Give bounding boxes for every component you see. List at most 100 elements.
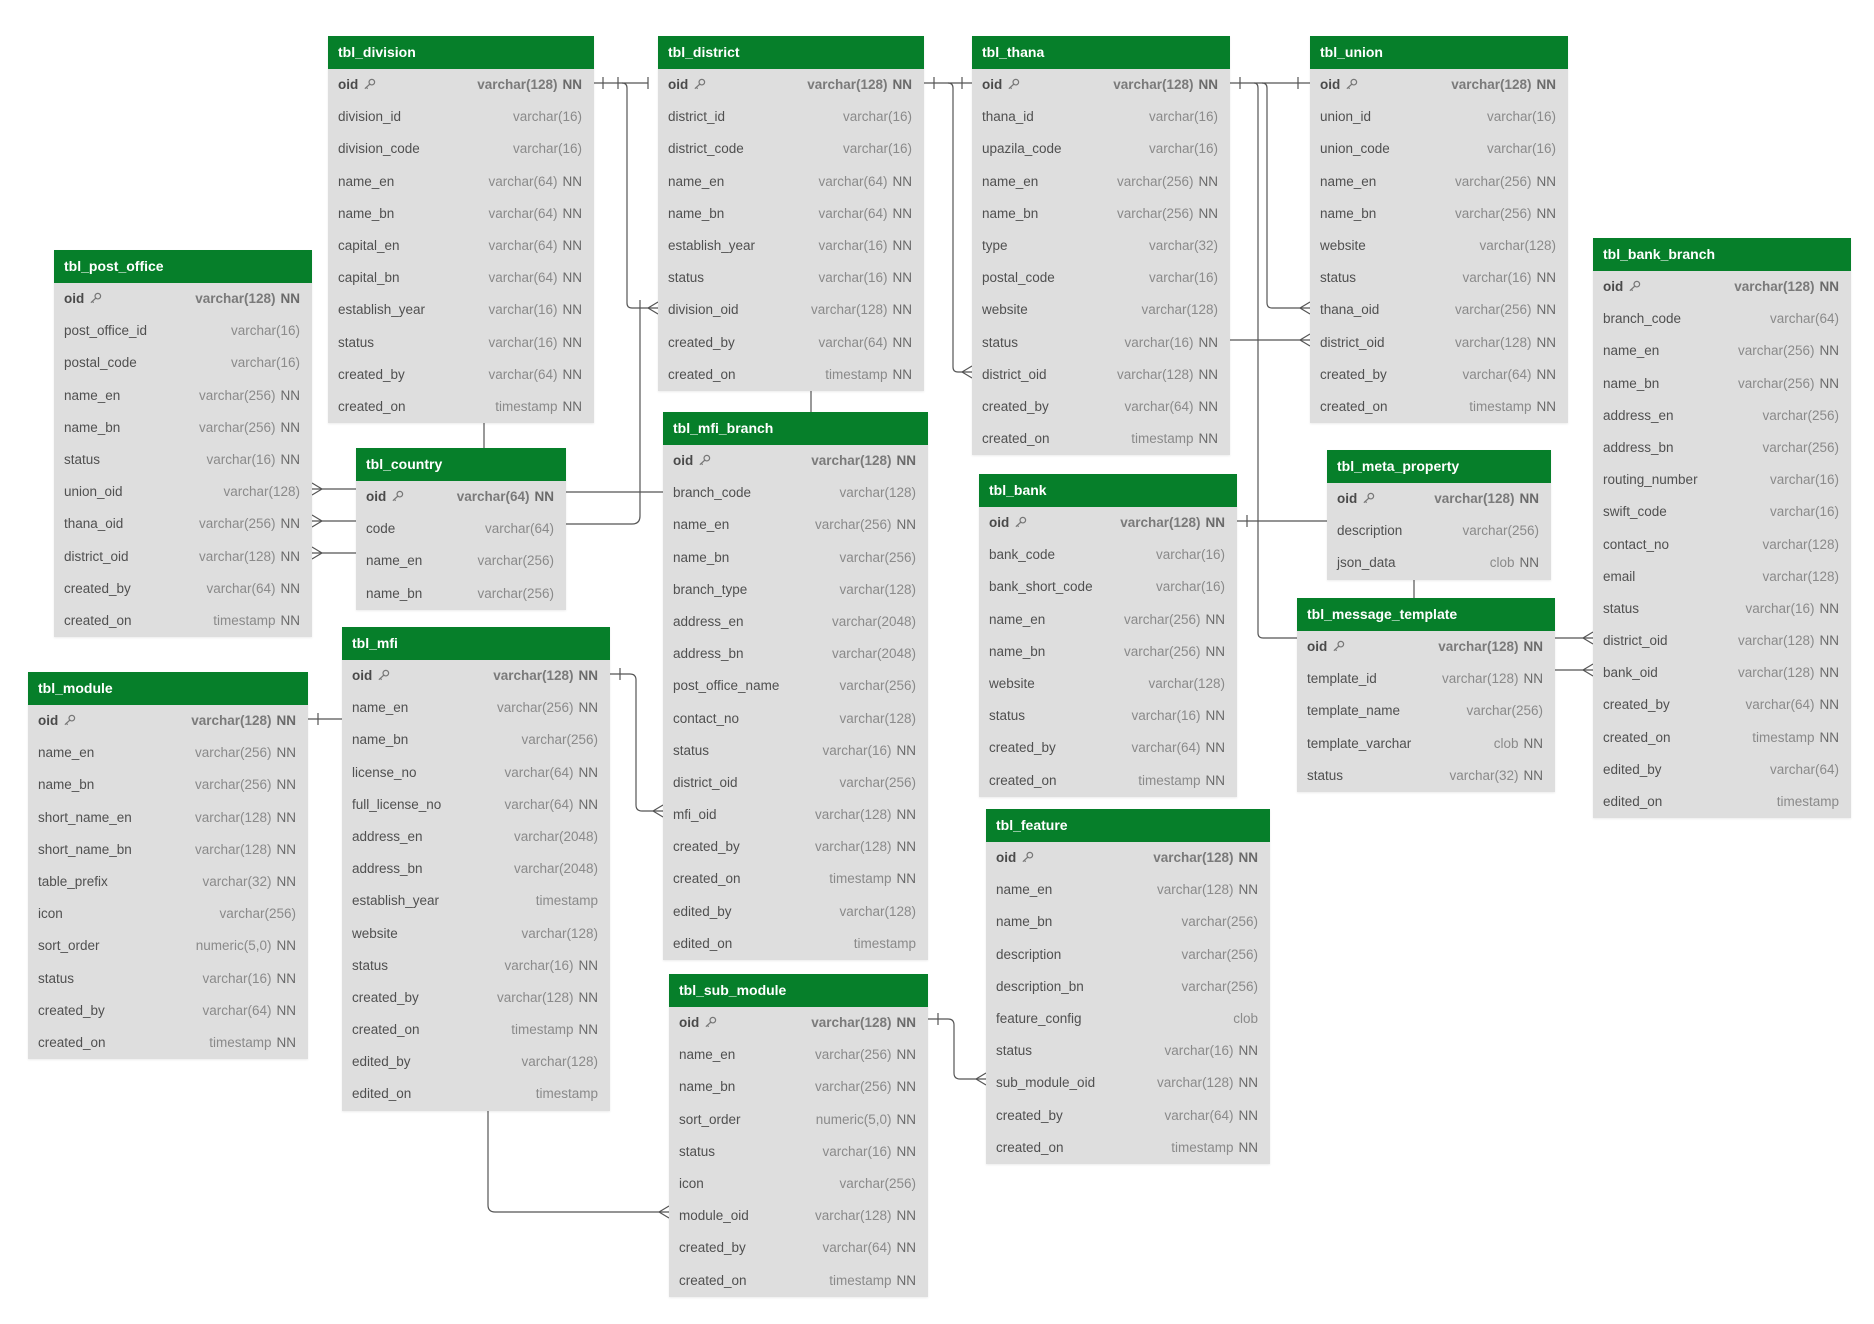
column-row[interactable]: thana_id varchar(16) [972,101,1230,133]
column-row[interactable]: status varchar(16) NN [972,327,1230,359]
column-row[interactable]: name_bn varchar(256) NN [1593,368,1851,400]
column-row[interactable]: created_on timestamp NN [986,1132,1270,1164]
column-row[interactable]: district_oid varchar(128) NN [54,541,312,573]
column-row[interactable]: upazila_code varchar(16) [972,133,1230,165]
column-row[interactable]: bank_short_code varchar(16) [979,571,1237,603]
column-row[interactable]: edited_on timestamp [1593,786,1851,818]
column-row[interactable]: name_bn varchar(256) NN [28,769,308,801]
column-row[interactable]: district_oid varchar(256) [663,767,928,799]
column-row[interactable]: template_varchar clob NN [1297,728,1555,760]
column-row[interactable]: type varchar(32) [972,230,1230,262]
column-row[interactable]: branch_type varchar(128) [663,574,928,606]
column-row[interactable]: name_en varchar(256) NN [28,737,308,769]
column-row[interactable]: name_bn varchar(256) [356,578,566,610]
column-row[interactable]: created_by varchar(64) NN [28,995,308,1027]
column-row[interactable]: post_office_id varchar(16) [54,315,312,347]
column-row[interactable]: bank_oid varchar(128) NN [1593,657,1851,689]
column-row[interactable]: created_on timestamp NN [669,1265,928,1297]
column-row[interactable]: created_by varchar(64) NN [972,391,1230,423]
column-row[interactable]: name_en varchar(256) NN [663,509,928,541]
column-row[interactable]: email varchar(128) [1593,561,1851,593]
column-row[interactable]: postal_code varchar(16) [54,347,312,379]
table-tbl_sub_module[interactable]: tbl_sub_module oid varchar(128) NN name_en va… [669,974,928,1297]
column-row[interactable]: branch_code varchar(128) [663,477,928,509]
column-row[interactable]: union_oid varchar(128) [54,476,312,508]
column-row[interactable]: name_en varchar(256) NN [342,692,610,724]
column-row[interactable]: created_on timestamp NN [1593,722,1851,754]
column-row[interactable]: oid varchar(128) NN [986,842,1270,874]
column-row[interactable]: edited_on timestamp [342,1078,610,1110]
column-row[interactable]: name_en varchar(64) NN [328,166,594,198]
column-row[interactable]: name_bn varchar(64) NN [658,198,924,230]
column-row[interactable]: oid varchar(128) NN [669,1007,928,1039]
column-row[interactable]: bank_code varchar(16) [979,539,1237,571]
column-row[interactable]: status varchar(16) NN [1310,262,1568,294]
column-row[interactable]: edited_by varchar(128) [342,1046,610,1078]
column-row[interactable]: created_on timestamp NN [979,765,1237,797]
column-row[interactable]: routing_number varchar(16) [1593,464,1851,496]
column-row[interactable]: feature_config clob [986,1003,1270,1035]
column-row[interactable]: status varchar(16) NN [328,327,594,359]
column-row[interactable]: sort_order numeric(5,0) NN [669,1104,928,1136]
column-row[interactable]: license_no varchar(64) NN [342,757,610,789]
column-row[interactable]: name_en varchar(256) NN [669,1039,928,1071]
table-header[interactable]: tbl_bank [979,474,1237,507]
column-row[interactable]: branch_code varchar(64) [1593,303,1851,335]
column-row[interactable]: capital_en varchar(64) NN [328,230,594,262]
column-row[interactable]: name_en varchar(256) NN [972,166,1230,198]
table-header[interactable]: tbl_country [356,448,566,481]
column-row[interactable]: district_oid varchar(128) NN [972,359,1230,391]
column-row[interactable]: oid varchar(128) NN [328,69,594,101]
table-tbl_thana[interactable]: tbl_thana oid varchar(128) NN thana_id varcha… [972,36,1230,456]
column-row[interactable]: name_en varchar(256) [356,545,566,577]
table-header[interactable]: tbl_thana [972,36,1230,69]
column-row[interactable]: created_by varchar(64) NN [54,573,312,605]
table-tbl_union[interactable]: tbl_union oid varchar(128) NN union_id varcha… [1310,36,1568,424]
column-row[interactable]: website varchar(128) [972,294,1230,326]
column-row[interactable]: oid varchar(128) NN [1297,631,1555,663]
column-row[interactable]: address_bn varchar(2048) [342,853,610,885]
column-row[interactable]: name_en varchar(256) NN [1593,335,1851,367]
column-row[interactable]: address_en varchar(256) [1593,400,1851,432]
column-row[interactable]: template_id varchar(128) NN [1297,663,1555,695]
column-row[interactable]: status varchar(16) NN [658,262,924,294]
table-tbl_division[interactable]: tbl_division oid varchar(128) NN division_id… [328,36,594,424]
table-header[interactable]: tbl_division [328,36,594,69]
table-header[interactable]: tbl_mfi [342,627,610,660]
table-tbl_country[interactable]: tbl_country oid varchar(64) NN code varchar(6… [356,448,566,610]
column-row[interactable]: status varchar(16) NN [1593,593,1851,625]
column-row[interactable]: oid varchar(128) NN [972,69,1230,101]
column-row[interactable]: created_by varchar(64) NN [1310,359,1568,391]
table-header[interactable]: tbl_feature [986,809,1270,842]
table-tbl_bank[interactable]: tbl_bank oid varchar(128) NN bank_code varcha… [979,474,1237,797]
column-row[interactable]: created_on timestamp NN [342,1014,610,1046]
table-tbl_message_template[interactable]: tbl_message_template oid varchar(128) NN tem… [1297,598,1555,792]
column-row[interactable]: address_en varchar(2048) [663,606,928,638]
table-header[interactable]: tbl_sub_module [669,974,928,1007]
column-row[interactable]: contact_no varchar(128) [663,703,928,735]
column-row[interactable]: establish_year varchar(16) NN [658,230,924,262]
column-row[interactable]: website varchar(128) [1310,230,1568,262]
column-row[interactable]: status varchar(16) NN [54,444,312,476]
column-row[interactable]: created_on timestamp NN [28,1027,308,1059]
column-row[interactable]: contact_no varchar(128) [1593,529,1851,561]
column-row[interactable]: mfi_oid varchar(128) NN [663,799,928,831]
column-row[interactable]: name_en varchar(256) NN [54,380,312,412]
column-row[interactable]: district_oid varchar(128) NN [1310,327,1568,359]
table-tbl_post_office[interactable]: tbl_post_office oid varchar(128) NN post_off… [54,250,312,638]
column-row[interactable]: edited_by varchar(128) [663,896,928,928]
column-row[interactable]: oid varchar(128) NN [342,660,610,692]
column-row[interactable]: full_license_no varchar(64) NN [342,789,610,821]
column-row[interactable]: created_by varchar(64) NN [669,1232,928,1264]
column-row[interactable]: created_by varchar(64) NN [986,1100,1270,1132]
column-row[interactable]: created_on timestamp NN [658,359,924,391]
table-header[interactable]: tbl_mfi_branch [663,412,928,445]
column-row[interactable]: created_on timestamp NN [972,423,1230,455]
table-header[interactable]: tbl_union [1310,36,1568,69]
column-row[interactable]: address_bn varchar(2048) [663,638,928,670]
column-row[interactable]: name_bn varchar(256) NN [669,1071,928,1103]
column-row[interactable]: icon varchar(256) [28,898,308,930]
column-row[interactable]: status varchar(16) NN [669,1136,928,1168]
column-row[interactable]: created_on timestamp NN [328,391,594,423]
column-row[interactable]: name_bn varchar(256) NN [54,412,312,444]
